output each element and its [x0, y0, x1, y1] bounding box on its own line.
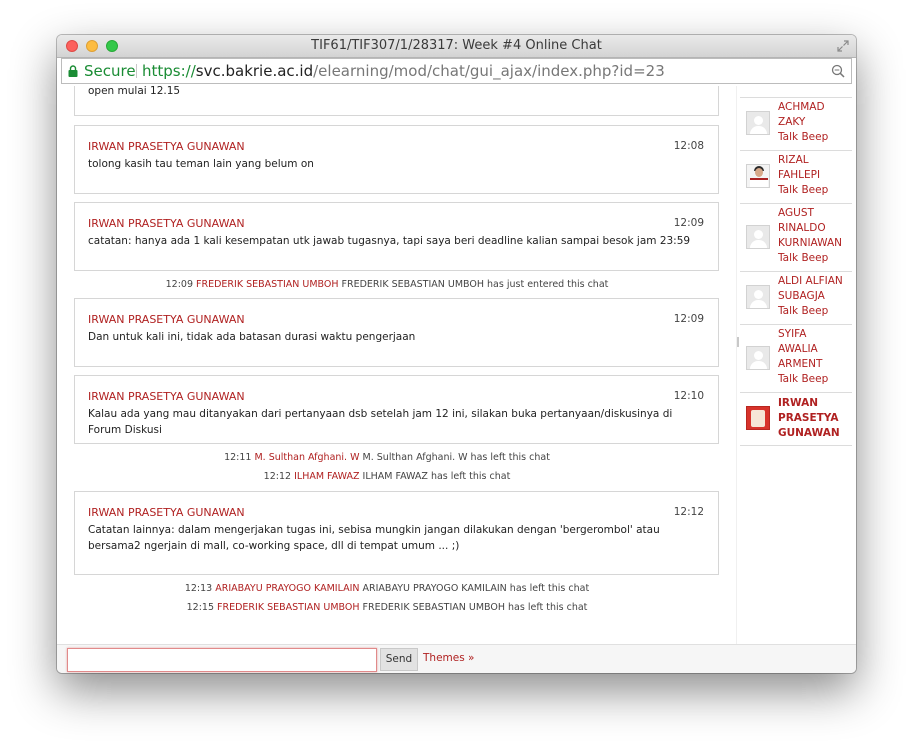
- user-name[interactable]: ACHMAD ZAKY: [778, 100, 825, 130]
- event-time: 12:11: [224, 452, 252, 463]
- url-scheme: https://: [142, 62, 196, 80]
- message-partial: open mulai 12.15: [74, 86, 719, 116]
- event-text: FREDERIK SEBASTIAN UMBOH has just entere…: [341, 279, 609, 290]
- chat-content: open mulai 12.15 IRWAN PRASETYA GUNAWAN …: [57, 86, 856, 644]
- browser-window: TIF61/TIF307/1/28317: Week #4 Online Cha…: [57, 35, 856, 673]
- message-time: 12:10: [673, 390, 704, 402]
- message-text: Dan untuk kali ini, tidak ada batasan du…: [88, 331, 416, 343]
- pane-divider: [736, 86, 737, 644]
- url-host: svc.bakrie.ac.id: [195, 62, 314, 80]
- avatar: [746, 406, 770, 430]
- system-event: 12:09 FREDERIK SEBASTIAN UMBOH FREDERIK …: [57, 279, 717, 290]
- avatar: [746, 225, 770, 249]
- send-button[interactable]: Send: [380, 648, 418, 671]
- resize-handle[interactable]: [737, 337, 739, 347]
- message: IRWAN PRASETYA GUNAWAN 12:09 catatan: ha…: [74, 202, 719, 271]
- avatar: [746, 164, 770, 188]
- system-event: 12:11 M. Sulthan Afghani. W M. Sulthan A…: [57, 452, 717, 463]
- message: IRWAN PRASETYA GUNAWAN 12:08 tolong kasi…: [74, 125, 719, 194]
- message-author[interactable]: IRWAN PRASETYA GUNAWAN: [88, 140, 245, 153]
- user-name[interactable]: ALDI ALFIAN SUBAGJA: [778, 274, 843, 304]
- user-list: ACHMAD ZAKY Talk Beep RIZAL FAHLEPI Talk B…: [740, 86, 852, 644]
- message-text: tolong kasih tau teman lain yang belum o…: [88, 158, 314, 170]
- user-item: ALDI ALFIAN SUBAGJA Talk Beep: [740, 272, 852, 325]
- event-user[interactable]: ILHAM FAWAZ: [294, 471, 359, 482]
- user-item: IRWAN PRASETYA GUNAWAN: [740, 393, 852, 446]
- message-time: 12:09: [673, 217, 704, 229]
- user-item: SYIFA AWALIA ARMENT Talk Beep: [740, 325, 852, 393]
- system-event: 12:12 ILHAM FAWAZ ILHAM FAWAZ has left t…: [57, 471, 717, 482]
- message-time: 12:09: [673, 313, 704, 325]
- event-text: FREDERIK SEBASTIAN UMBOH has left this c…: [362, 602, 588, 613]
- url-text[interactable]: https://svc.bakrie.ac.id/elearning/mod/c…: [142, 59, 665, 83]
- message-author[interactable]: IRWAN PRASETYA GUNAWAN: [88, 390, 245, 403]
- event-text: ARIABAYU PRAYOGO KAMILAIN has left this …: [362, 583, 590, 594]
- message-time: 12:08: [673, 140, 704, 152]
- event-time: 12:13: [184, 583, 213, 594]
- event-text: ILHAM FAWAZ has left this chat: [362, 471, 511, 482]
- title-bar: TIF61/TIF307/1/28317: Week #4 Online Cha…: [57, 35, 856, 58]
- talk-beep-link[interactable]: Talk Beep: [778, 130, 828, 145]
- system-event: 12:15 FREDERIK SEBASTIAN UMBOH FREDERIK …: [57, 602, 717, 613]
- talk-beep-link[interactable]: Talk Beep: [778, 372, 828, 387]
- avatar: [746, 111, 770, 135]
- user-item: ACHMAD ZAKY Talk Beep: [740, 98, 852, 151]
- message-author[interactable]: IRWAN PRASETYA GUNAWAN: [88, 313, 245, 326]
- system-event: 12:13 ARIABAYU PRAYOGO KAMILAIN ARIABAYU…: [57, 583, 717, 594]
- user-name[interactable]: SYIFA AWALIA ARMENT: [778, 327, 822, 372]
- themes-link[interactable]: Themes »: [423, 652, 474, 664]
- message-author[interactable]: IRWAN PRASETYA GUNAWAN: [88, 506, 245, 519]
- message-text: Kalau ada yang mau ditanyakan dari perta…: [88, 408, 673, 436]
- user-item: AGUST RINALDO KURNIAWAN Talk Beep: [740, 204, 852, 272]
- talk-beep-link[interactable]: Talk Beep: [778, 304, 828, 319]
- message-time: 12:12: [673, 506, 704, 518]
- input-bar: Send Themes »: [57, 644, 856, 673]
- zoom-icon[interactable]: [831, 64, 845, 78]
- user-list-top-border: [740, 86, 852, 98]
- user-name[interactable]: IRWAN PRASETYA GUNAWAN: [778, 396, 840, 441]
- message: IRWAN PRASETYA GUNAWAN 12:12 Catatan lai…: [74, 491, 719, 575]
- secure-label: Secure: [84, 62, 136, 80]
- message-input[interactable]: [67, 648, 377, 672]
- message-partial-text: open mulai 12.15: [88, 86, 181, 97]
- message-text: catatan: hanya ada 1 kali kesempatan utk…: [88, 235, 691, 247]
- event-user[interactable]: FREDERIK SEBASTIAN UMBOH: [217, 602, 359, 613]
- lock-icon: [68, 65, 78, 77]
- url-path: /elearning/mod/chat/gui_ajax/index.php?i…: [313, 62, 665, 80]
- event-time: 12:12: [263, 471, 292, 482]
- event-user[interactable]: FREDERIK SEBASTIAN UMBOH: [196, 279, 338, 290]
- address-bar[interactable]: Secure https://svc.bakrie.ac.id/elearnin…: [61, 58, 852, 84]
- message: IRWAN PRASETYA GUNAWAN 12:10 Kalau ada y…: [74, 375, 719, 444]
- fullscreen-icon[interactable]: [836, 39, 850, 53]
- user-name[interactable]: AGUST RINALDO KURNIAWAN: [778, 206, 842, 251]
- message-author[interactable]: IRWAN PRASETYA GUNAWAN: [88, 217, 245, 230]
- url-separator: [136, 64, 137, 78]
- event-user[interactable]: M. Sulthan Afghani. W: [254, 452, 359, 463]
- avatar: [746, 346, 770, 370]
- message: IRWAN PRASETYA GUNAWAN 12:09 Dan untuk k…: [74, 298, 719, 367]
- user-name[interactable]: RIZAL FAHLEPI: [778, 153, 820, 183]
- message-text: Catatan lainnya: dalam mengerjakan tugas…: [88, 524, 660, 552]
- event-text: M. Sulthan Afghani. W has left this chat: [362, 452, 550, 463]
- talk-beep-link[interactable]: Talk Beep: [778, 251, 828, 266]
- message-list[interactable]: open mulai 12.15 IRWAN PRASETYA GUNAWAN …: [57, 86, 736, 644]
- avatar: [746, 285, 770, 309]
- window-title: TIF61/TIF307/1/28317: Week #4 Online Cha…: [311, 38, 602, 53]
- talk-beep-link[interactable]: Talk Beep: [778, 183, 828, 198]
- event-time: 12:09: [165, 279, 194, 290]
- event-time: 12:15: [186, 602, 214, 613]
- event-user[interactable]: ARIABAYU PRAYOGO KAMILAIN: [215, 583, 359, 594]
- user-item: RIZAL FAHLEPI Talk Beep: [740, 151, 852, 204]
